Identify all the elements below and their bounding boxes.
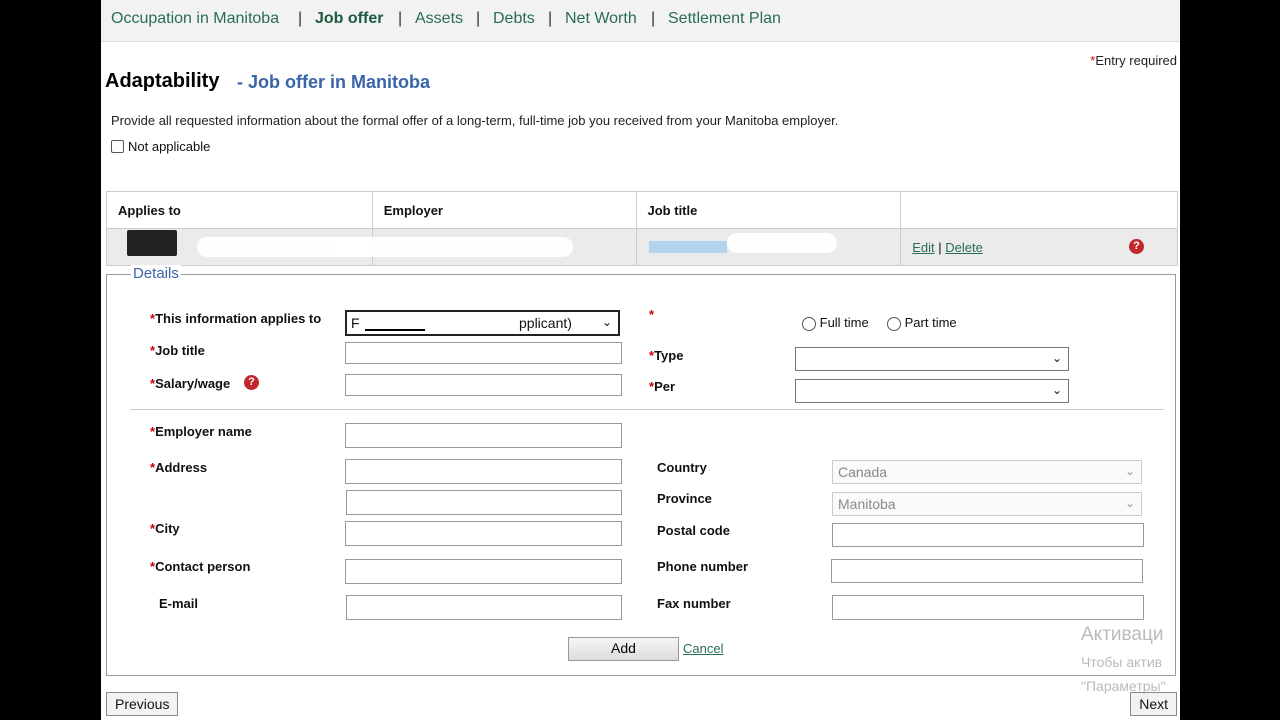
full-time-option[interactable]: Full time — [802, 315, 869, 331]
job-title-label: *Job title — [150, 343, 205, 358]
province-label: Province — [657, 491, 712, 506]
part-time-label: Part time — [904, 315, 957, 330]
nav-occupation[interactable]: Occupation in Manitoba — [111, 10, 279, 28]
nav-net-worth[interactable]: Net Worth — [565, 10, 637, 28]
full-time-label: Full time — [819, 315, 869, 330]
redaction — [365, 329, 425, 331]
nav-separator: | — [298, 10, 303, 27]
header-actions — [900, 191, 1178, 229]
not-applicable-label: Not applicable — [128, 139, 211, 155]
nav-settlement-plan[interactable]: Settlement Plan — [668, 10, 781, 28]
top-navigation: Occupation in Manitoba | Job offer | Ass… — [101, 0, 1180, 42]
country-value: Canada — [838, 464, 888, 480]
per-select[interactable]: ⌄ — [795, 379, 1069, 403]
fax-number-label: Fax number — [657, 596, 731, 611]
type-select[interactable]: ⌄ — [795, 347, 1069, 371]
nav-debts[interactable]: Debts — [493, 10, 535, 28]
type-label: *Type — [649, 348, 684, 363]
table-row[interactable]: Edit | Delete ? — [106, 228, 1178, 266]
help-icon[interactable]: ? — [1129, 239, 1144, 254]
applies-to-value: pplicant) — [519, 315, 572, 331]
entry-required-note: *Entry required — [1090, 53, 1177, 68]
redaction — [332, 237, 573, 257]
salary-label: *Salary/wage — [150, 376, 231, 391]
postal-code-input[interactable] — [832, 523, 1144, 547]
chevron-down-icon: ⌄ — [601, 315, 612, 329]
address-label: *Address — [150, 460, 208, 475]
watermark-line-2: Чтобы актив — [1081, 654, 1163, 670]
link-separator: | — [938, 239, 942, 255]
intro-text: Provide all requested information about … — [111, 113, 839, 128]
table-header-row: Applies to Employer Job title — [106, 191, 1178, 229]
email-input[interactable] — [346, 595, 622, 620]
cell-job-title — [635, 228, 902, 266]
header-job-title: Job title — [635, 191, 902, 229]
province-value: Manitoba — [838, 496, 896, 512]
nav-separator: | — [476, 10, 481, 27]
details-fieldset: Details *This information applies to F p… — [106, 265, 1176, 676]
header-applies-to: Applies to — [106, 191, 373, 229]
previous-button[interactable]: Previous — [106, 692, 179, 716]
applies-to-select[interactable]: F pplicant) ⌄ — [345, 310, 620, 336]
contact-person-input[interactable] — [345, 559, 622, 584]
job-title-input[interactable] — [345, 342, 622, 364]
cell-employer — [332, 228, 637, 266]
page-title: Adaptability — [105, 70, 220, 92]
chevron-down-icon: ⌄ — [1051, 351, 1062, 365]
divider — [130, 409, 1164, 410]
email-label: E-mail — [159, 596, 199, 611]
watermark-line-3: "Параметры" — [1081, 678, 1166, 694]
edit-link[interactable]: Edit — [912, 240, 934, 255]
redaction — [648, 241, 727, 253]
nav-separator: | — [398, 10, 403, 27]
not-applicable-row: Not applicable — [111, 138, 210, 154]
part-time-radio[interactable] — [887, 316, 901, 331]
postal-code-label: Postal code — [657, 523, 730, 538]
page-subtitle: - Job offer in Manitoba — [237, 72, 430, 92]
employer-name-input[interactable] — [345, 423, 622, 448]
watermark-line-1: Активаци — [1081, 624, 1164, 645]
address-line1-input[interactable] — [345, 459, 622, 484]
employment-type-required: * — [649, 307, 655, 322]
redaction — [726, 233, 837, 253]
country-select[interactable]: Canada ⌄ — [832, 460, 1142, 484]
job-offer-table: Applies to Employer Job title Edit | Del… — [106, 191, 1178, 266]
applies-to-label: *This information applies to — [150, 311, 322, 326]
chevron-down-icon: ⌄ — [1124, 496, 1135, 510]
nav-assets[interactable]: Assets — [415, 10, 463, 28]
city-input[interactable] — [345, 521, 622, 546]
nav-separator: | — [651, 10, 656, 27]
country-label: Country — [657, 460, 707, 475]
next-button[interactable]: Next — [1130, 692, 1177, 716]
page: Occupation in Manitoba | Job offer | Ass… — [101, 0, 1180, 720]
province-select[interactable]: Manitoba ⌄ — [832, 492, 1142, 516]
cell-actions: Edit | Delete ? — [900, 228, 1178, 266]
not-applicable-checkbox[interactable] — [111, 140, 124, 154]
chevron-down-icon: ⌄ — [1051, 383, 1062, 397]
phone-number-input[interactable] — [831, 559, 1143, 583]
full-time-radio[interactable] — [802, 316, 816, 331]
contact-person-label: *Contact person — [150, 559, 251, 574]
address-line2-input[interactable] — [346, 490, 622, 515]
help-icon[interactable]: ? — [244, 375, 259, 390]
add-button[interactable]: Add — [568, 637, 679, 661]
part-time-option[interactable]: Part time — [887, 315, 957, 331]
chevron-down-icon: ⌄ — [1124, 464, 1135, 478]
fax-number-input[interactable] — [832, 595, 1144, 620]
details-legend: Details — [131, 265, 181, 282]
nav-job-offer[interactable]: Job offer — [315, 10, 383, 28]
phone-number-label: Phone number — [657, 559, 749, 574]
salary-input[interactable] — [345, 374, 622, 396]
per-label: *Per — [649, 379, 676, 394]
nav-separator: | — [548, 10, 553, 27]
employer-name-label: *Employer name — [150, 424, 252, 439]
delete-link[interactable]: Delete — [945, 240, 983, 255]
cancel-link[interactable]: Cancel — [683, 641, 723, 656]
redaction — [127, 230, 177, 256]
city-label: *City — [150, 521, 180, 536]
header-employer: Employer — [371, 191, 637, 229]
